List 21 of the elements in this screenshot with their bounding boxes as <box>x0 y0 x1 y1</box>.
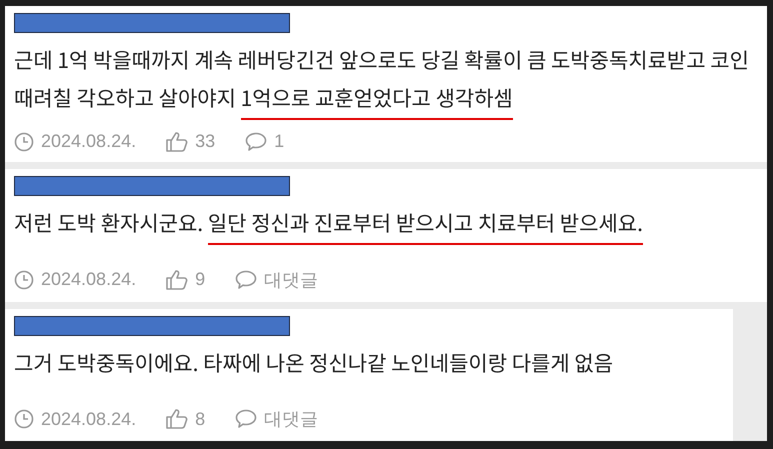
like-count[interactable]: 9 <box>195 269 206 290</box>
comment-text: 저런 도박 환자시군요. 일단 정신과 진료부터 받으시고 치료부터 받으세요. <box>14 204 755 242</box>
like-count[interactable]: 33 <box>195 131 216 152</box>
speech-bubble-icon[interactable] <box>235 270 258 290</box>
comment-date: 2024.08.24. <box>41 269 136 290</box>
like-count[interactable]: 8 <box>195 408 206 430</box>
comment-date: 2024.08.24. <box>41 408 136 430</box>
clock-icon <box>14 132 34 152</box>
comment-date: 2024.08.24. <box>41 131 136 152</box>
thumbs-up-icon[interactable] <box>166 132 188 152</box>
speech-bubble-icon[interactable] <box>235 409 258 429</box>
reply-link[interactable]: 1 <box>274 131 284 152</box>
comment-text: 그거 도박중독이에요. 타짜에 나온 정신나같 노인네들이랑 다를게 없음 <box>14 346 614 380</box>
speech-bubble-icon[interactable] <box>245 132 268 152</box>
clock-icon <box>14 270 34 290</box>
thumbs-up-icon[interactable] <box>166 270 188 290</box>
thumbs-up-icon[interactable] <box>166 409 188 429</box>
reply-link[interactable]: 대댓글 <box>264 268 318 292</box>
comment-text: 근데 1억 박을때까지 계속 레버당긴건 앞으로도 당길 확률이 큼 도박중독치료받고 코인 때려칠 각오하고 살아야지 1억으로 교훈얻었다고 생각하셈 <box>14 41 755 117</box>
reply-link[interactable]: 대댓글 <box>264 407 318 431</box>
clock-icon <box>14 409 34 429</box>
